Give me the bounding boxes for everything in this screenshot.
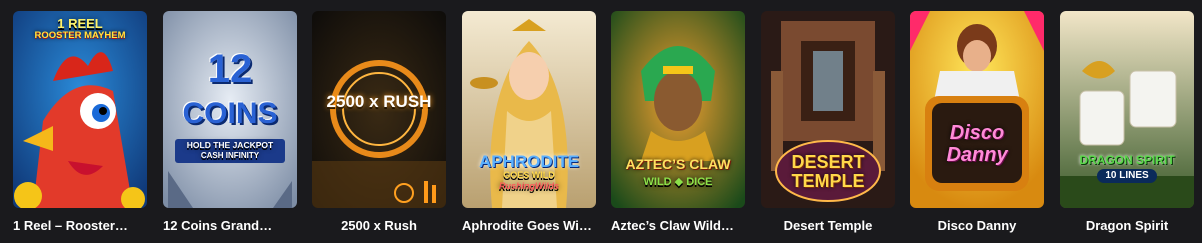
game-title[interactable]: 2500 x Rush — [312, 218, 446, 233]
art-title-line: TEMPLE — [791, 171, 865, 191]
game-card-aphrodite[interactable]: APHRODITE GOES WILD RushingWilds Aphrodi… — [462, 11, 596, 233]
game-card-desert-temple[interactable]: DESERT TEMPLE Desert Temple — [761, 11, 895, 233]
game-carousel: 1 REEL ROOSTER MAYHEM 1 Reel – Rooster… … — [0, 0, 1202, 243]
game-thumbnail[interactable]: 12 COINS HOLD THE JACKPOT CASH INFINITY — [163, 11, 297, 208]
game-card-dragon-spirit[interactable]: DRAGON SPIRIT 10 LINES Dragon Spirit — [1060, 11, 1194, 233]
game-card-12-coins[interactable]: 12 COINS HOLD THE JACKPOT CASH INFINITY … — [163, 11, 297, 233]
game-card-1-reel-rooster[interactable]: 1 REEL ROOSTER MAYHEM 1 Reel – Rooster… — [13, 11, 147, 233]
game-title[interactable]: Disco Danny — [910, 218, 1044, 233]
art-title-line: COINS — [182, 97, 278, 130]
art-title-line: DRAGON SPIRIT — [1079, 153, 1175, 167]
game-thumbnail[interactable]: Disco Danny — [910, 11, 1044, 208]
art-title-line: DESERT — [791, 152, 865, 172]
art-title-line: 12 — [207, 47, 253, 91]
game-title[interactable]: Dragon Spirit — [1060, 218, 1194, 233]
art-title-line: APHRODITE — [478, 152, 580, 171]
game-card-disco-danny[interactable]: Disco Danny Disco Danny — [910, 11, 1044, 233]
disco-artwork — [910, 11, 1044, 208]
art-title-line: ROOSTER MAYHEM — [34, 30, 126, 41]
game-card-2500-rush[interactable]: 2500 x RUSH 2500 x Rush — [312, 11, 446, 233]
art-title-line: 1 REEL — [57, 16, 103, 31]
art-title-line: CASH INFINITY — [200, 151, 260, 160]
art-title-line: Danny — [946, 144, 1008, 166]
game-thumbnail[interactable]: AZTEC’S CLAW WILD ◆ DICE — [611, 11, 745, 208]
art-title-line: WILD ◆ DICE — [643, 176, 713, 188]
game-thumbnail[interactable]: 2500 x RUSH — [312, 11, 446, 208]
art-title-line: Disco — [949, 122, 1005, 144]
game-title[interactable]: 1 Reel – Rooster… — [13, 218, 147, 233]
game-thumbnail[interactable]: APHRODITE GOES WILD RushingWilds — [462, 11, 596, 208]
art-title-line: 2500 x RUSH — [326, 92, 432, 111]
game-thumbnail[interactable]: DESERT TEMPLE — [761, 11, 895, 208]
game-title[interactable]: Desert Temple — [761, 218, 895, 233]
game-thumbnail[interactable]: 1 REEL ROOSTER MAYHEM — [13, 11, 147, 208]
game-card-aztecs-claw[interactable]: AZTEC’S CLAW WILD ◆ DICE Aztec’s Claw Wi… — [611, 11, 745, 233]
lines-badge: 10 LINES — [1097, 169, 1157, 183]
game-thumbnail[interactable]: DRAGON SPIRIT 10 LINES — [1060, 11, 1194, 208]
art-title-line: AZTEC’S CLAW — [625, 156, 731, 172]
art-title-line: RushingWilds — [499, 181, 559, 191]
art-title-line: HOLD THE JACKPOT — [186, 140, 274, 150]
art-title-line: GOES WILD — [503, 170, 555, 180]
game-title[interactable]: 12 Coins Grand… — [163, 218, 297, 233]
art-title-line: 10 LINES — [1060, 169, 1194, 183]
game-title[interactable]: Aztec’s Claw Wild… — [611, 218, 745, 233]
game-title[interactable]: Aphrodite Goes Wi… — [462, 218, 596, 233]
